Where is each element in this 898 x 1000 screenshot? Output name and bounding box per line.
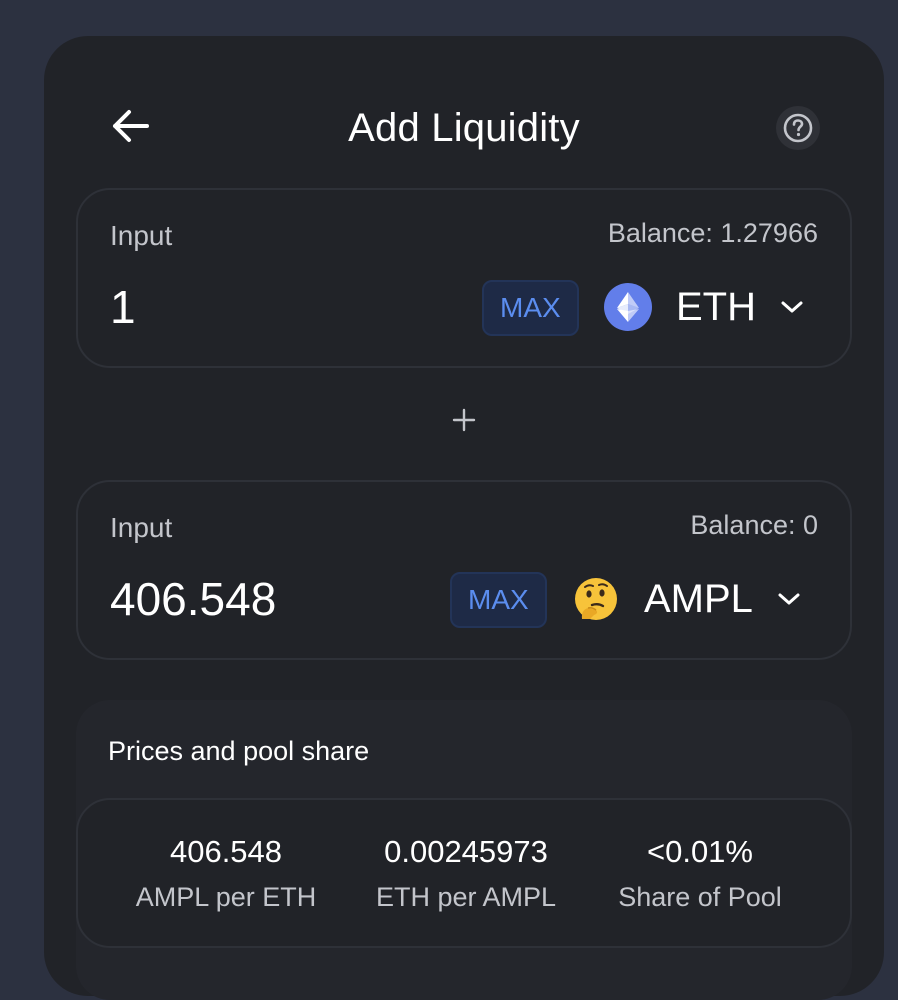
input-panel-eth: Input Balance: 1.27966 MAX ETH [76, 188, 852, 368]
stat-share-of-pool: <0.01% Share of Pool [580, 834, 820, 913]
prices-box: 406.548 AMPL per ETH 0.00245973 ETH per … [76, 798, 852, 948]
input-panel-ampl: Input Balance: 0 MAX AMPL [76, 480, 852, 660]
token-select-eth[interactable]: ETH [604, 276, 804, 338]
stat-value: <0.01% [646, 834, 753, 869]
token-symbol: ETH [676, 284, 756, 329]
stat-label: AMPL per ETH [135, 882, 317, 912]
stat-label: ETH per AMPL [375, 882, 557, 912]
chevron-down-icon [781, 301, 803, 313]
amount-input[interactable] [110, 280, 430, 334]
stat-value: 0.00245973 [384, 834, 548, 869]
input-label: Input [110, 512, 173, 543]
stat-label: Share of Pool [618, 882, 782, 912]
stat-ampl-per-eth: 406.548 AMPL per ETH [106, 834, 346, 913]
amount-input[interactable] [110, 572, 430, 626]
max-button[interactable]: MAX [482, 280, 579, 336]
question-circle-icon [783, 113, 813, 143]
prices-section: Prices and pool share 406.548 AMPL per E… [76, 700, 852, 1000]
token-select-ampl[interactable]: AMPL [572, 568, 801, 630]
max-button[interactable]: MAX [450, 572, 547, 628]
balance-text: Balance: 0 [690, 510, 818, 540]
stat-eth-per-ampl: 0.00245973 ETH per AMPL [346, 834, 586, 913]
stat-value: 406.548 [169, 834, 283, 869]
chevron-down-icon [778, 593, 800, 605]
input-label: Input [110, 220, 173, 251]
plus-icon [450, 406, 478, 434]
add-liquidity-card: Add Liquidity Input Balance: 1.27966 MAX [44, 36, 884, 1000]
help-button[interactable] [776, 106, 820, 150]
header: Add Liquidity [44, 36, 884, 186]
token-symbol: AMPL [644, 576, 753, 621]
balance-text: Balance: 1.27966 [607, 218, 818, 248]
ethereum-icon [604, 283, 652, 331]
page-title: Add Liquidity [348, 106, 580, 150]
thinking-face-icon [572, 575, 620, 623]
prices-title: Prices and pool share [108, 736, 370, 766]
